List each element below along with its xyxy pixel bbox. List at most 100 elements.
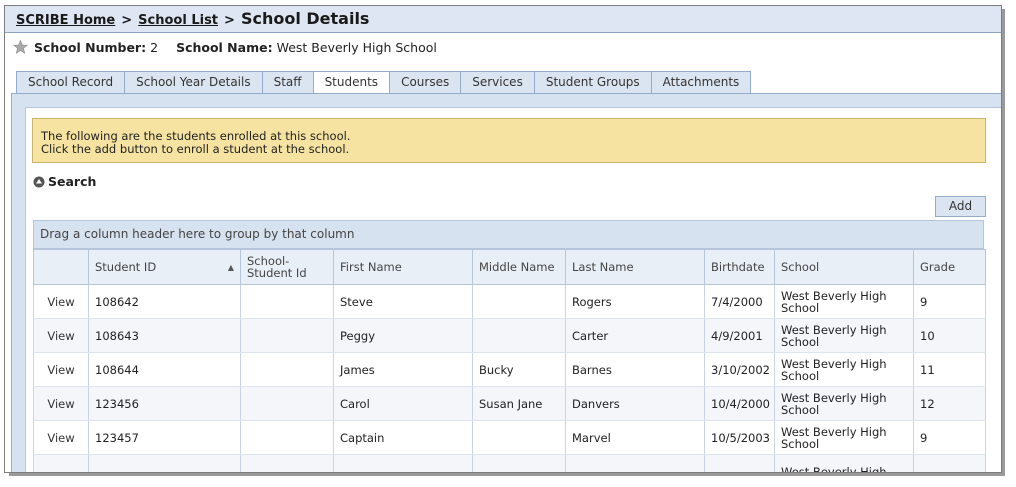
cell-school: West Beverly High School: [774, 318, 914, 353]
cell-student-id: 108644: [88, 352, 241, 387]
column-header-middle-name[interactable]: Middle Name: [472, 249, 566, 285]
column-header-birthdate[interactable]: Birthdate: [704, 249, 775, 285]
tab-staff[interactable]: Staff: [261, 71, 313, 94]
cell-grade: 12: [913, 386, 986, 421]
favorite-star-icon[interactable]: [13, 39, 28, 57]
app-window: SCRIBE Home > School List > School Details S…: [4, 5, 1002, 473]
view-link[interactable]: View: [33, 420, 89, 455]
tab-services[interactable]: Services: [460, 71, 534, 94]
breadcrumb-separator: >: [121, 13, 133, 28]
cell-student-id: 108643: [88, 318, 241, 353]
cell-last-name: Rogers: [565, 284, 705, 319]
cell-grade: 10: [913, 318, 986, 353]
column-header-actions: [33, 249, 89, 285]
table-row: View 108643 Peggy Carter 4/9/2001 West B…: [33, 318, 986, 353]
cell-birthdate: 10/5/2003: [704, 420, 775, 455]
breadcrumb-separator: >: [224, 13, 235, 28]
cell-first-name: [333, 454, 473, 472]
window-shadow-right: [1002, 9, 1005, 475]
cell-school: West Beverly High: [774, 454, 914, 472]
cell-last-name: Danvers: [565, 386, 705, 421]
cell-first-name: Steve: [333, 284, 473, 319]
cell-student-id: 108642: [88, 284, 241, 319]
cell-birthdate: 7/4/2000: [704, 284, 775, 319]
cell-birthdate: 3/10/2002: [704, 352, 775, 387]
cell-student-id: [88, 454, 241, 472]
cell-first-name: Captain: [333, 420, 473, 455]
cell-school-student-id: [240, 386, 334, 421]
cell-middle-name: [472, 318, 566, 353]
table-row: View 123457 Captain Marvel 10/5/2003 Wes…: [33, 420, 986, 455]
cell-grade: 9: [913, 284, 986, 319]
view-link[interactable]: View: [33, 284, 89, 319]
cell-first-name: Carol: [333, 386, 473, 421]
cell-first-name: Peggy: [333, 318, 473, 353]
cell-birthdate: 10/4/2000: [704, 386, 775, 421]
cell-middle-name: [472, 284, 566, 319]
cell-first-name: James: [333, 352, 473, 387]
breadcrumb-school-list-link[interactable]: School List: [138, 13, 218, 28]
sort-ascending-icon: ▲: [227, 262, 234, 272]
breadcrumb-bar: SCRIBE Home > School List > School Details: [5, 6, 1001, 33]
cell-grade: [913, 454, 986, 472]
column-header-last-name[interactable]: Last Name: [565, 249, 705, 285]
cell-school-student-id: [240, 454, 334, 472]
column-header-school[interactable]: School: [774, 249, 914, 285]
tab-students[interactable]: Students: [312, 71, 390, 94]
cell-school: West Beverly High School: [774, 284, 914, 319]
cell-middle-name: Bucky: [472, 352, 566, 387]
cell-school: West Beverly High School: [774, 420, 914, 455]
tab-student-groups[interactable]: Student Groups: [533, 71, 651, 94]
tab-courses[interactable]: Courses: [389, 71, 461, 94]
cell-school-student-id: [240, 352, 334, 387]
search-label: Search: [48, 174, 97, 189]
add-button[interactable]: Add: [935, 196, 986, 217]
cell-school-student-id: [240, 318, 334, 353]
school-number-label: School Number:: [34, 40, 147, 55]
cell-middle-name: [472, 454, 566, 472]
column-header-grade[interactable]: Grade: [913, 249, 986, 285]
school-name-label: School Name:: [176, 40, 273, 55]
cell-school-student-id: [240, 284, 334, 319]
column-header-first-name[interactable]: First Name: [333, 249, 473, 285]
cell-last-name: [565, 454, 705, 472]
collapse-circle-icon[interactable]: [33, 176, 45, 191]
view-link[interactable]: View: [33, 318, 89, 353]
view-link[interactable]: View: [33, 352, 89, 387]
table-row: West Beverly High: [33, 454, 986, 472]
notice-line: Click the add button to enroll a student…: [41, 142, 350, 156]
school-number-value: 2: [150, 40, 159, 55]
school-name-value: West Beverly High School: [276, 40, 437, 55]
view-link[interactable]: View: [33, 386, 89, 421]
info-notice: The following are the students enrolled …: [32, 118, 986, 163]
table-row: View 108644 James Bucky Barnes 3/10/2002…: [33, 352, 986, 387]
tab-school-year-details[interactable]: School Year Details: [124, 71, 262, 94]
cell-middle-name: [472, 420, 566, 455]
tab-school-record[interactable]: School Record: [16, 71, 125, 94]
students-content: The following are the students enrolled …: [25, 107, 1001, 472]
column-header-school-student-id[interactable]: School-Student Id: [240, 249, 334, 285]
cell-grade: 11: [913, 352, 986, 387]
cell-grade: 9: [913, 420, 986, 455]
tab-bar: School Record School Year Details Staff …: [16, 71, 752, 94]
cell-middle-name: Susan Jane: [472, 386, 566, 421]
table-row: View 108642 Steve Rogers 7/4/2000 West B…: [33, 284, 986, 319]
cell-last-name: Carter: [565, 318, 705, 353]
cell-birthdate: 4/9/2001: [704, 318, 775, 353]
breadcrumb-home-link[interactable]: SCRIBE Home: [16, 13, 115, 28]
students-tab-panel: The following are the students enrolled …: [11, 93, 1001, 472]
table-row: View 123456 Carol Susan Jane Danvers 10/…: [33, 386, 986, 421]
group-by-drop-zone[interactable]: Drag a column header here to group by th…: [33, 220, 984, 249]
cell-last-name: Barnes: [565, 352, 705, 387]
view-link[interactable]: [33, 454, 89, 472]
cell-school: West Beverly High School: [774, 386, 914, 421]
cell-school: West Beverly High School: [774, 352, 914, 387]
cell-school-student-id: [240, 420, 334, 455]
cell-student-id: 123456: [88, 386, 241, 421]
cell-last-name: Marvel: [565, 420, 705, 455]
tab-attachments[interactable]: Attachments: [650, 71, 752, 94]
page-title: School Details: [240, 9, 370, 28]
column-header-student-id[interactable]: Student ID ▲: [88, 249, 241, 285]
column-header-label: Student ID: [95, 259, 157, 274]
search-toggle[interactable]: Search: [33, 174, 96, 191]
